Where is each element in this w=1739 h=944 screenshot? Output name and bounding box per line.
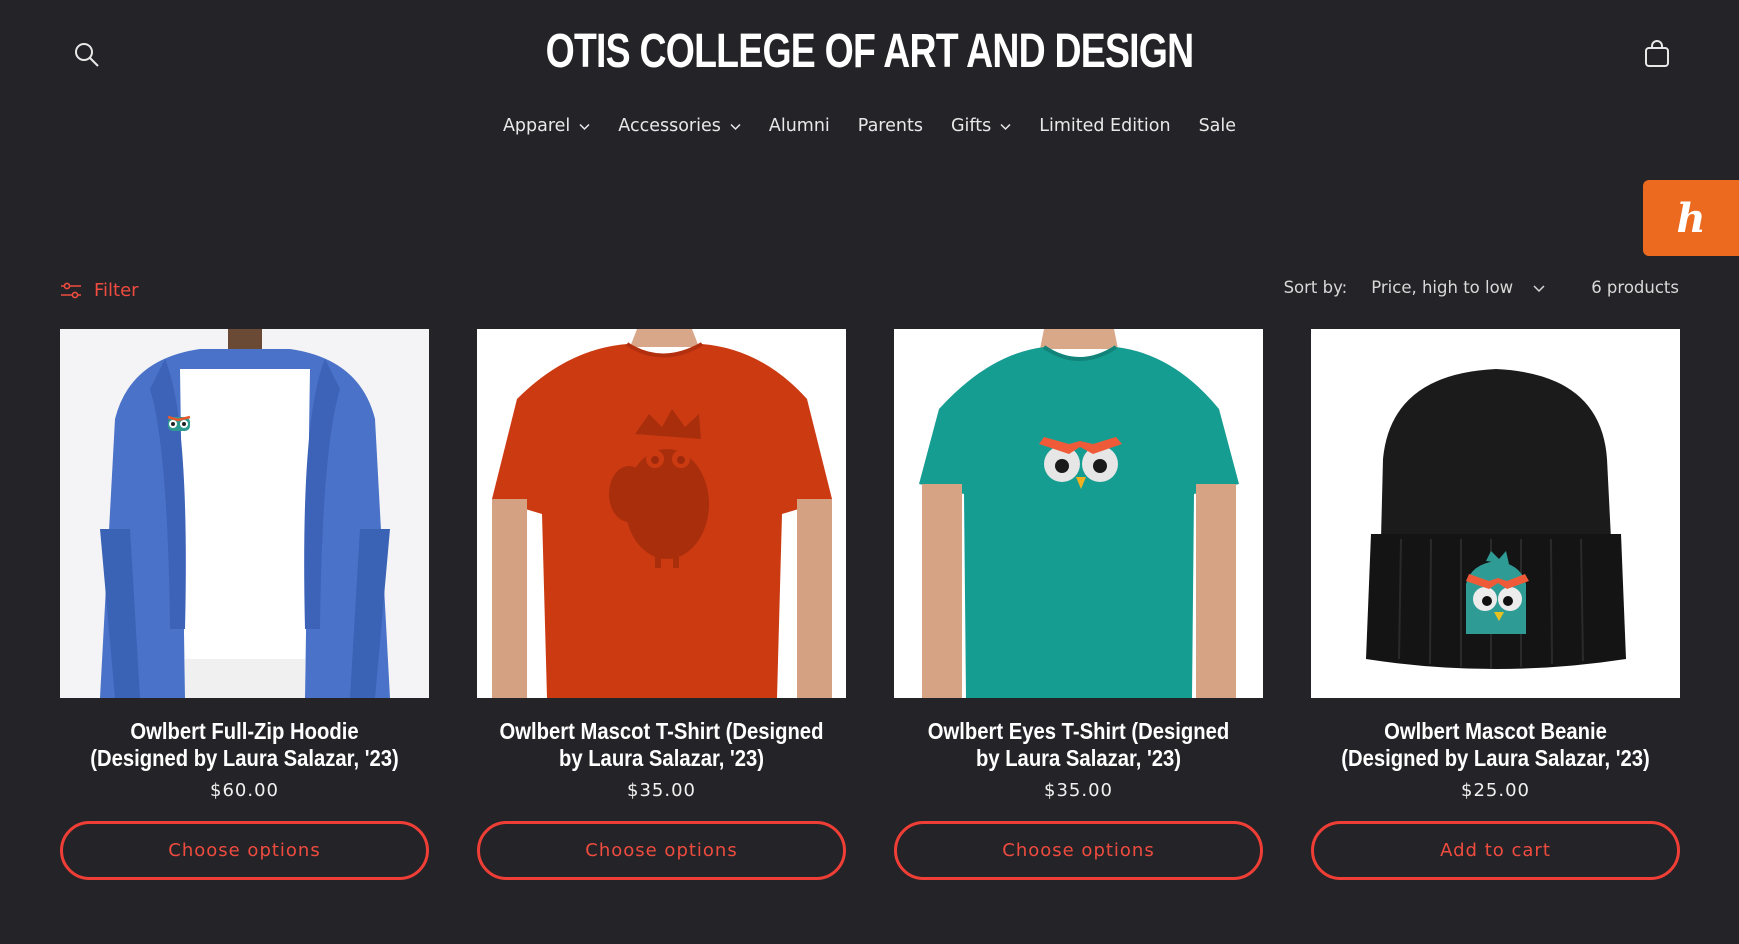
choose-options-button[interactable]: Choose options — [477, 821, 846, 880]
nav-item-apparel[interactable]: Apparel — [489, 112, 604, 140]
search-icon[interactable] — [72, 40, 102, 70]
nav-item-accessories[interactable]: Accessories — [604, 112, 755, 140]
nav-item-label: Limited Edition — [1039, 116, 1171, 136]
nav-item-parents[interactable]: Parents — [844, 112, 937, 140]
product-title[interactable]: Owlbert Full-Zip Hoodie (Designed by Lau… — [82, 718, 407, 772]
honey-extension-button[interactable]: h — [1643, 180, 1739, 256]
product-price: $25.00 — [1461, 780, 1530, 801]
product-image-beanie[interactable] — [1311, 329, 1680, 698]
site-logo[interactable]: OTIS COLLEGE OF ART AND DESIGN — [191, 24, 1547, 79]
sort-bar: Sort by: Price, high to low 6 products — [1284, 278, 1679, 297]
chevron-down-icon — [579, 123, 590, 130]
product-grid: Owlbert Full-Zip Hoodie (Designed by Lau… — [60, 329, 1680, 880]
nav-item-label: Gifts — [950, 116, 992, 136]
product-title[interactable]: Owlbert Eyes T-Shirt (Designed by Laura … — [916, 718, 1241, 772]
product-title[interactable]: Owlbert Mascot Beanie (Designed by Laura… — [1333, 718, 1658, 772]
product-count: 6 products — [1591, 278, 1679, 297]
nav-item-alumni[interactable]: Alumni — [755, 112, 844, 140]
nav-item-sale[interactable]: Sale — [1185, 112, 1250, 140]
product-title[interactable]: Owlbert Mascot T-Shirt (Designed by Laur… — [499, 718, 824, 772]
product-card: Owlbert Mascot T-Shirt (Designed by Laur… — [477, 329, 846, 880]
filter-button[interactable]: Filter — [60, 280, 139, 301]
product-price: $35.00 — [627, 780, 696, 801]
cart-icon[interactable] — [1641, 38, 1673, 70]
product-card: Owlbert Eyes T-Shirt (Designed by Laura … — [894, 329, 1263, 880]
main-nav: Apparel Accessories Alumni Parents Gifts… — [0, 112, 1739, 140]
nav-item-label: Alumni — [768, 116, 830, 136]
nav-item-gifts[interactable]: Gifts — [937, 112, 1025, 140]
product-image-hoodie[interactable] — [60, 329, 429, 698]
chevron-down-icon — [1533, 284, 1545, 292]
nav-item-label: Sale — [1198, 116, 1237, 136]
filter-sliders-icon — [61, 282, 81, 298]
nav-item-label: Apparel — [502, 116, 571, 136]
chevron-down-icon — [1000, 123, 1011, 130]
nav-item-limited-edition[interactable]: Limited Edition — [1025, 112, 1184, 140]
product-image-eyes-tshirt[interactable] — [894, 329, 1263, 698]
product-price: $35.00 — [1044, 780, 1113, 801]
nav-item-label: Accessories — [618, 116, 721, 136]
filter-label: Filter — [94, 280, 139, 301]
nav-item-label: Parents — [857, 116, 923, 136]
product-card: Owlbert Mascot Beanie (Designed by Laura… — [1311, 329, 1680, 880]
sort-select[interactable]: Price, high to low — [1371, 278, 1545, 297]
honey-logo-icon: h — [1676, 194, 1706, 242]
site-header: OTIS COLLEGE OF ART AND DESIGN Apparel A… — [0, 0, 1739, 170]
product-image-mascot-tshirt[interactable] — [477, 329, 846, 698]
choose-options-button[interactable]: Choose options — [894, 821, 1263, 880]
sort-label: Sort by: — [1283, 278, 1348, 297]
add-to-cart-button[interactable]: Add to cart — [1311, 821, 1680, 880]
chevron-down-icon — [730, 123, 741, 130]
product-card: Owlbert Full-Zip Hoodie (Designed by Lau… — [60, 329, 429, 880]
choose-options-button[interactable]: Choose options — [60, 821, 429, 880]
sort-value: Price, high to low — [1371, 278, 1514, 297]
product-price: $60.00 — [210, 780, 279, 801]
